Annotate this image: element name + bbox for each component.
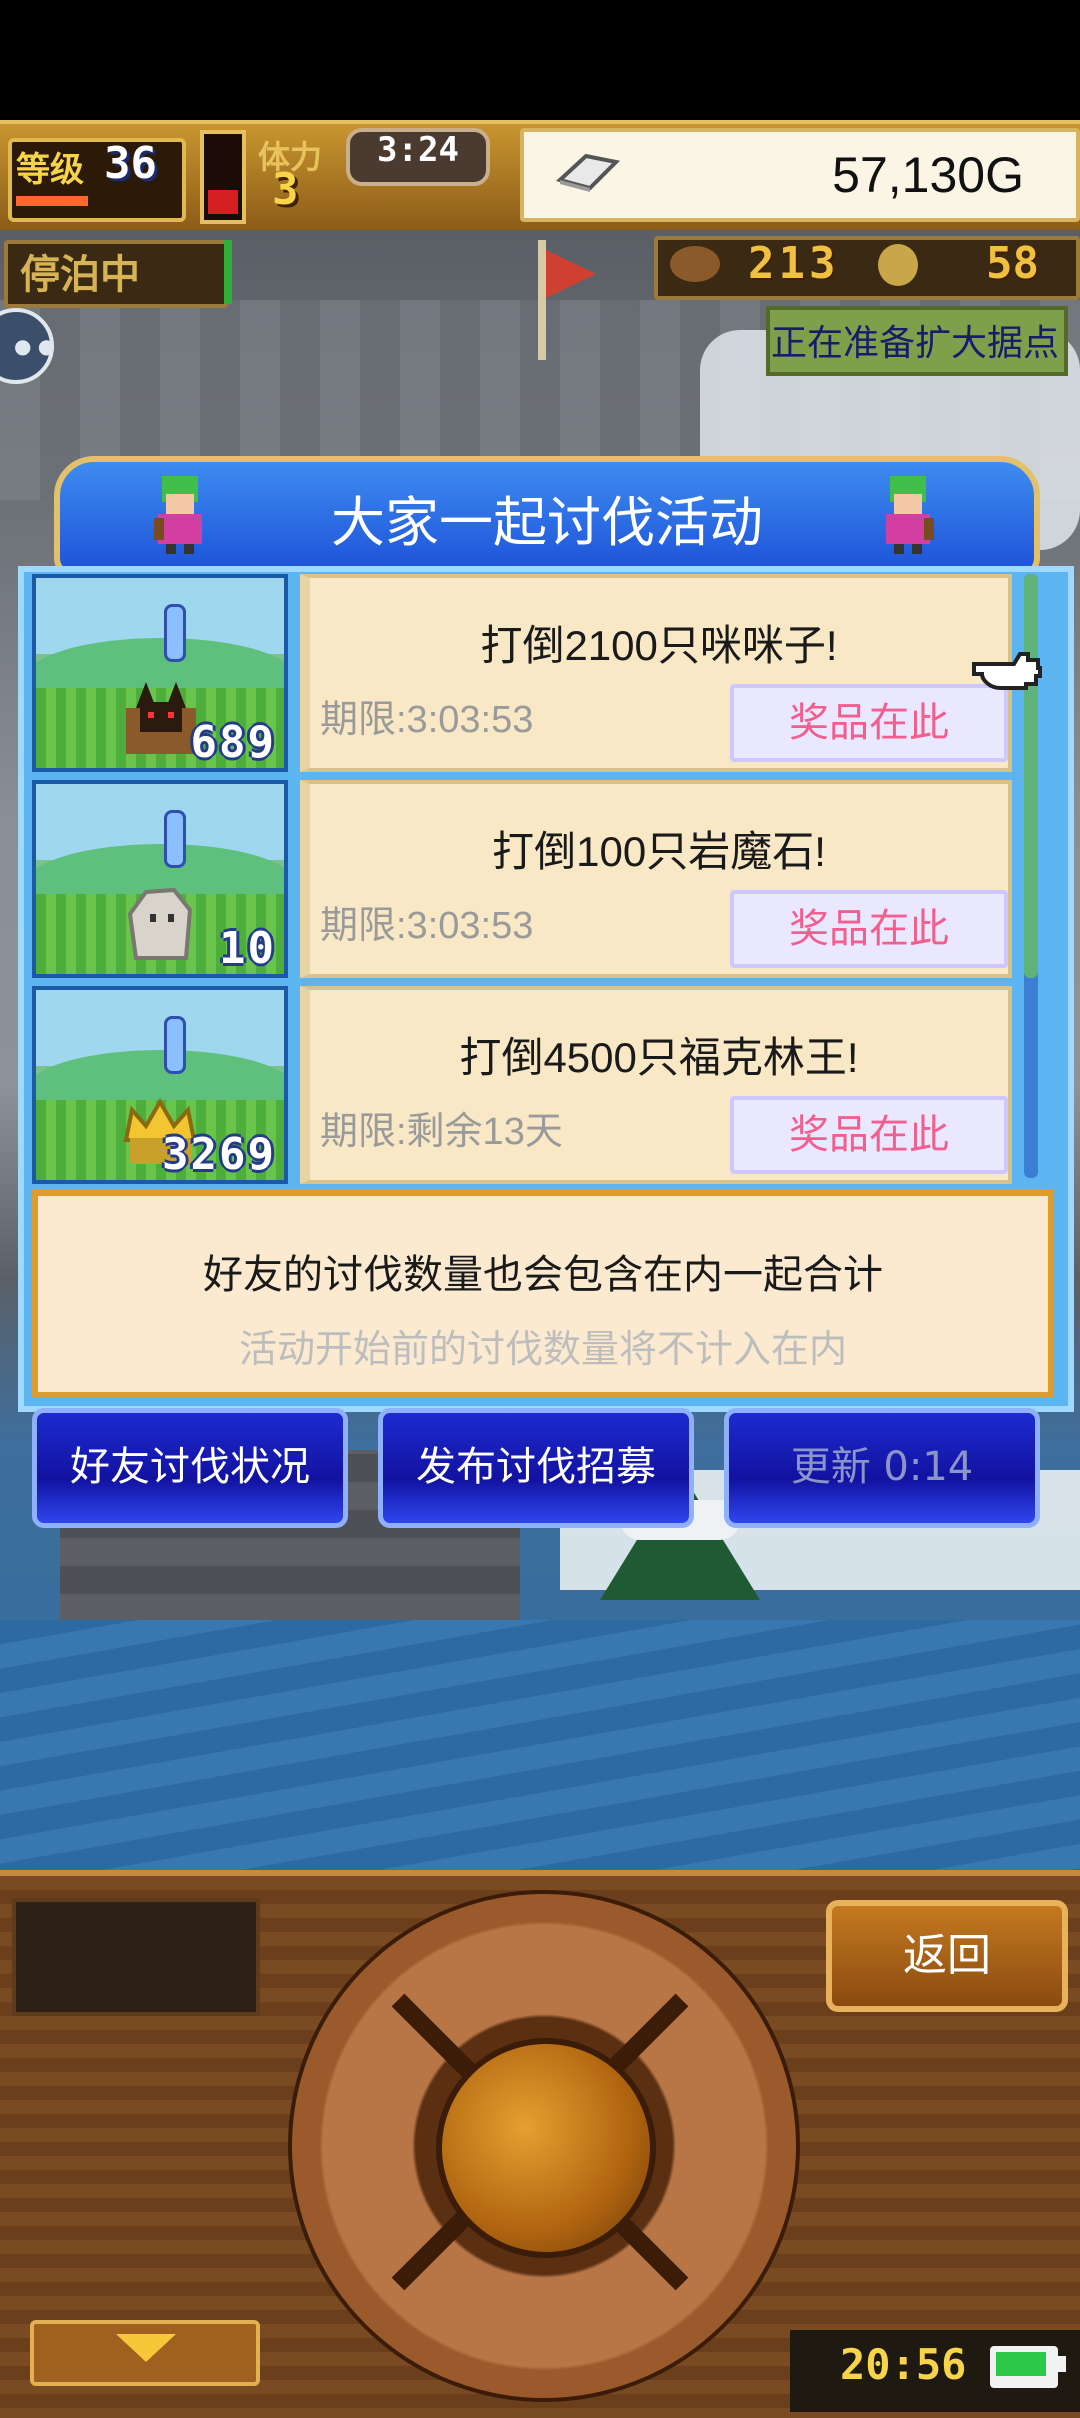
quest-card: 打倒100只岩魔石! 期限:3:03:53 奖品在此	[300, 780, 1012, 978]
status-banner: 正在准备扩大据点	[770, 323, 1059, 364]
prize-button[interactable]: 奖品在此	[730, 890, 1008, 968]
exclamation-icon	[164, 1016, 186, 1074]
quest-row: 689 打倒2100只咪咪子! 期限:3:03:53 奖品在此	[32, 574, 1034, 772]
moored-indicator	[224, 240, 232, 304]
level-label: 等级	[16, 150, 84, 190]
wood-icon	[670, 246, 720, 282]
moored-label: 停泊中	[20, 252, 140, 298]
rock-monster-icon	[127, 887, 193, 960]
prize-button[interactable]: 奖品在此	[730, 1096, 1008, 1174]
quest-row: 3269 打倒4500只福克林王! 期限:剩余13天 奖品在此	[32, 986, 1034, 1184]
quest-row: 10 打倒100只岩魔石! 期限:3:03:53 奖品在此	[32, 780, 1034, 978]
post-recruit-button[interactable]: 发布讨伐招募	[378, 1408, 694, 1528]
exclamation-icon	[164, 604, 186, 662]
friend-status-button[interactable]: 好友讨伐状况	[32, 1408, 348, 1528]
info-note: 好友的讨伐数量也会包含在内一起合计 活动开始前的讨伐数量将不计入在内	[32, 1190, 1054, 1398]
quest-thumbnail: 3269	[32, 986, 288, 1184]
resource-1-value: 213	[748, 238, 840, 289]
refresh-button[interactable]: 更新 0:14	[724, 1408, 1040, 1528]
kill-count: 10	[219, 923, 276, 974]
scroll-thumb[interactable]	[1024, 574, 1038, 978]
level-value: 36	[104, 138, 157, 189]
stamina-value: 3	[272, 164, 299, 215]
water	[0, 1620, 1080, 1870]
battery-level	[996, 2352, 1046, 2376]
flag-pole	[538, 240, 546, 360]
exp-bar	[16, 196, 88, 206]
chat-icon-eyes: ● ●	[14, 334, 56, 358]
gold-amount: 57,130G	[832, 147, 1024, 203]
quest-title: 打倒100只岩魔石!	[492, 828, 826, 875]
chevron-down-icon	[116, 2334, 176, 2362]
pointer-hand-icon	[972, 652, 1042, 690]
prize-button[interactable]: 奖品在此	[730, 684, 1008, 762]
coin-icon	[878, 244, 918, 286]
note-main-text: 好友的讨伐数量也会包含在内一起合计	[203, 1252, 883, 1298]
status-bar	[0, 0, 1080, 120]
note-sub-text: 活动开始前的讨伐数量将不计入在内	[238, 1327, 847, 1371]
quest-thumbnail: 10	[32, 780, 288, 978]
kill-count: 689	[190, 717, 276, 768]
quest-title: 打倒2100只咪咪子!	[480, 622, 838, 669]
minimap-slot	[12, 1898, 260, 2016]
stamina-timer: 3:24	[377, 130, 459, 170]
character-icon	[886, 476, 934, 554]
quest-card: 打倒4500只福克林王! 期限:剩余13天 奖品在此	[300, 986, 1012, 1184]
stamina-fill	[208, 190, 238, 214]
clock: 20:56	[840, 2340, 967, 2389]
character-icon	[154, 476, 202, 554]
back-button[interactable]: 返回	[826, 1900, 1068, 2012]
quest-deadline: 期限:3:03:53	[320, 699, 534, 741]
quest-deadline: 期限:3:03:53	[320, 905, 534, 947]
action-button[interactable]	[436, 2038, 656, 2258]
quest-title: 打倒4500只福克林王!	[459, 1034, 859, 1081]
silver-bar-icon	[555, 153, 621, 192]
exclamation-icon	[164, 810, 186, 868]
battery-tip	[1058, 2356, 1066, 2372]
quest-thumbnail: 689	[32, 574, 288, 772]
flag-icon	[546, 250, 596, 298]
quest-card: 打倒2100只咪咪子! 期限:3:03:53 奖品在此	[300, 574, 1012, 772]
resource-2-value: 58	[986, 238, 1039, 289]
kill-count: 3269	[162, 1129, 276, 1180]
quest-deadline: 期限:剩余13天	[320, 1111, 563, 1153]
